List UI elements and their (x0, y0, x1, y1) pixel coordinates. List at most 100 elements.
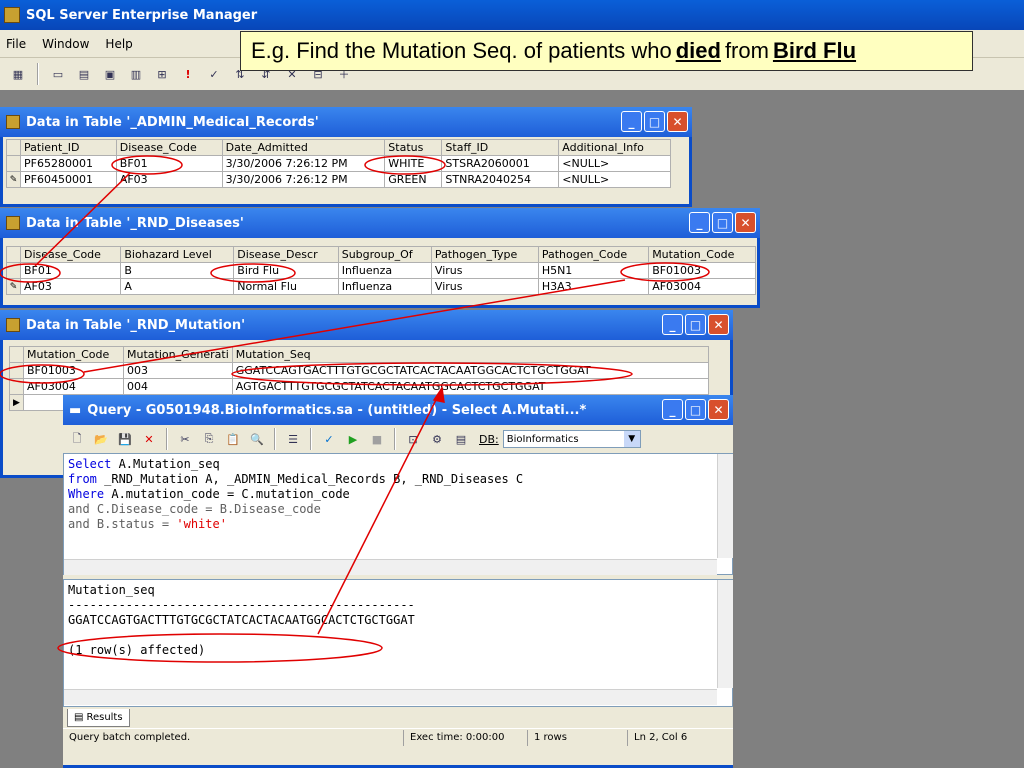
new-query-icon[interactable]: 🗋 (67, 429, 87, 449)
grid-cell[interactable]: BF01003 (648, 262, 756, 279)
grid-cell[interactable]: A (120, 278, 235, 295)
options-icon[interactable]: ⚙ (427, 429, 447, 449)
properties-icon[interactable]: ▦ (8, 64, 28, 84)
copy-icon[interactable]: ⎘ (199, 429, 219, 449)
close-button[interactable]: ✕ (735, 212, 756, 233)
menu-window[interactable]: Window (42, 37, 89, 51)
grid-pane-icon[interactable]: ▭ (48, 64, 68, 84)
chevron-down-icon[interactable]: ▼ (623, 431, 640, 447)
edit-pencil-icon[interactable]: ✎ (6, 278, 21, 295)
column-header[interactable]: Mutation_Generati (123, 346, 233, 363)
row-selector[interactable] (6, 246, 21, 263)
grid-cell[interactable]: AGTGACTTTGTGCGCTATCACTACAATGGCACTCTGCTGG… (231, 378, 710, 395)
column-header[interactable]: Mutation_Code (648, 246, 756, 263)
open-icon[interactable]: 📂 (91, 429, 111, 449)
maximize-button[interactable]: □ (685, 399, 706, 420)
grid-cell[interactable]: PF65280001 (20, 155, 117, 172)
column-header[interactable]: Disease_Code (115, 139, 223, 156)
grid-cell[interactable]: BF01 (115, 155, 223, 172)
grid-cell[interactable]: BF01003 (23, 362, 124, 379)
maximize-button[interactable]: □ (712, 212, 733, 233)
grid-cell[interactable]: H3A3 (537, 278, 650, 295)
grid-cell[interactable]: <NULL> (558, 155, 671, 172)
delete-icon[interactable]: ✕ (139, 429, 159, 449)
table-row[interactable]: ✎ PF60450001 AF03 3/30/2006 7:26:12 PM G… (6, 171, 671, 188)
grid-cell[interactable]: AF03 (115, 171, 223, 188)
sql-pane-icon[interactable]: ▣ (100, 64, 120, 84)
table-row[interactable]: PF65280001 BF01 3/30/2006 7:26:12 PM WHI… (6, 155, 671, 172)
stop-icon[interactable]: ■ (367, 429, 387, 449)
table-row[interactable]: AF03004 004 AGTGACTTTGTGCGCTATCACTACAATG… (9, 378, 710, 395)
medical-records-titlebar[interactable]: Data in Table '_ADMIN_Medical_Records' _… (0, 107, 692, 137)
editor-vertical-scrollbar[interactable] (717, 454, 733, 558)
menu-help[interactable]: Help (105, 37, 132, 51)
editor-horizontal-scrollbar[interactable] (64, 559, 717, 575)
grid-cell[interactable]: STSRA2060001 (441, 155, 560, 172)
grid-cell[interactable]: WHITE (384, 155, 443, 172)
results-pane-icon[interactable]: ▥ (126, 64, 146, 84)
column-header[interactable]: Additional_Info (558, 139, 671, 156)
verify-icon[interactable]: ✓ (204, 64, 224, 84)
column-header[interactable]: Mutation_Code (23, 346, 124, 363)
close-button[interactable]: ✕ (667, 111, 688, 132)
grid-cell[interactable]: 3/30/2006 7:26:12 PM (221, 171, 386, 188)
column-header[interactable]: Mutation_Seq (231, 346, 710, 363)
column-header[interactable]: Pathogen_Code (537, 246, 650, 263)
menu-file[interactable]: File (6, 37, 26, 51)
column-header[interactable]: Subgroup_Of (337, 246, 432, 263)
current-row-arrow-icon[interactable]: ▶ (9, 394, 24, 411)
close-button[interactable]: ✕ (708, 314, 729, 335)
minimize-button[interactable]: _ (621, 111, 642, 132)
app-titlebar[interactable]: SQL Server Enterprise Manager (0, 0, 1024, 30)
grid-cell[interactable]: AF03004 (648, 278, 756, 295)
save-icon[interactable]: 💾 (115, 429, 135, 449)
grid-cell[interactable]: <NULL> (558, 171, 671, 188)
find-icon[interactable]: 🔍 (247, 429, 267, 449)
column-header[interactable]: Pathogen_Type (430, 246, 539, 263)
results-mode-icon[interactable]: ☰ (283, 429, 303, 449)
grid-cell[interactable]: H5N1 (537, 262, 650, 279)
row-selector[interactable] (9, 378, 24, 395)
run-icon[interactable]: ! (178, 64, 198, 84)
diseases-titlebar[interactable]: Data in Table '_RND_Diseases' _ □ ✕ (0, 208, 760, 238)
database-select[interactable]: BioInformatics ▼ (502, 430, 641, 448)
grid-cell[interactable]: Normal Flu (233, 278, 339, 295)
grid-cell[interactable]: BF01 (19, 262, 122, 279)
results-horizontal-scrollbar[interactable] (64, 689, 717, 705)
column-header[interactable]: Date_Admitted (221, 139, 386, 156)
grid-cell[interactable]: STNRA2040254 (441, 171, 560, 188)
query-titlebar[interactable]: ▬ Query - G0501948.BioInformatics.sa - (… (63, 395, 733, 425)
column-header[interactable]: Biohazard Level (120, 246, 235, 263)
column-header[interactable]: Patient_ID (20, 139, 117, 156)
cut-icon[interactable]: ✂ (175, 429, 195, 449)
maximize-button[interactable]: □ (685, 314, 706, 335)
grid-cell[interactable]: GREEN (384, 171, 443, 188)
close-button[interactable]: ✕ (708, 399, 729, 420)
column-header[interactable]: Status (384, 139, 443, 156)
row-selector[interactable] (9, 362, 24, 379)
row-selector[interactable] (9, 346, 24, 363)
table-row[interactable]: BF01003 003 GGATCCAGTGACTTTGTGCGCTATCACT… (9, 362, 710, 379)
grid-cell[interactable]: PF60450001 (20, 171, 117, 188)
mutation-titlebar[interactable]: Data in Table '_RND_Mutation' _ □ ✕ (0, 310, 733, 340)
object-browser-icon[interactable]: ⊡ (403, 429, 423, 449)
grid-cell[interactable]: 004 (123, 378, 233, 395)
query-type-icon[interactable]: ⊞ (152, 64, 172, 84)
grid-cell[interactable]: GGATCCAGTGACTTTGTGCGCTATCACTACAATGGCACTC… (231, 362, 710, 379)
grid-cell[interactable]: Virus (430, 262, 539, 279)
grid-cell[interactable]: Influenza (337, 278, 432, 295)
paste-icon[interactable]: 📋 (223, 429, 243, 449)
minimize-button[interactable]: _ (662, 399, 683, 420)
minimize-button[interactable]: _ (662, 314, 683, 335)
sql-editor[interactable]: Select A.Mutation_seq from _RND_Mutation… (63, 453, 733, 575)
results-pane[interactable]: Mutation_seq ---------------------------… (63, 579, 733, 707)
grid-cell[interactable]: AF03004 (23, 378, 124, 395)
table-icon[interactable]: ▤ (74, 64, 94, 84)
grid-cell[interactable]: Bird Flu (233, 262, 339, 279)
column-header[interactable]: Staff_ID (441, 139, 560, 156)
grid-cell[interactable]: B (120, 262, 235, 279)
tab-results[interactable]: ▤ Results (67, 709, 130, 727)
grid-cell[interactable]: AF03 (19, 278, 122, 295)
grid-cell[interactable]: Influenza (337, 262, 432, 279)
results-pane-toggle-icon[interactable]: ▤ (451, 429, 471, 449)
